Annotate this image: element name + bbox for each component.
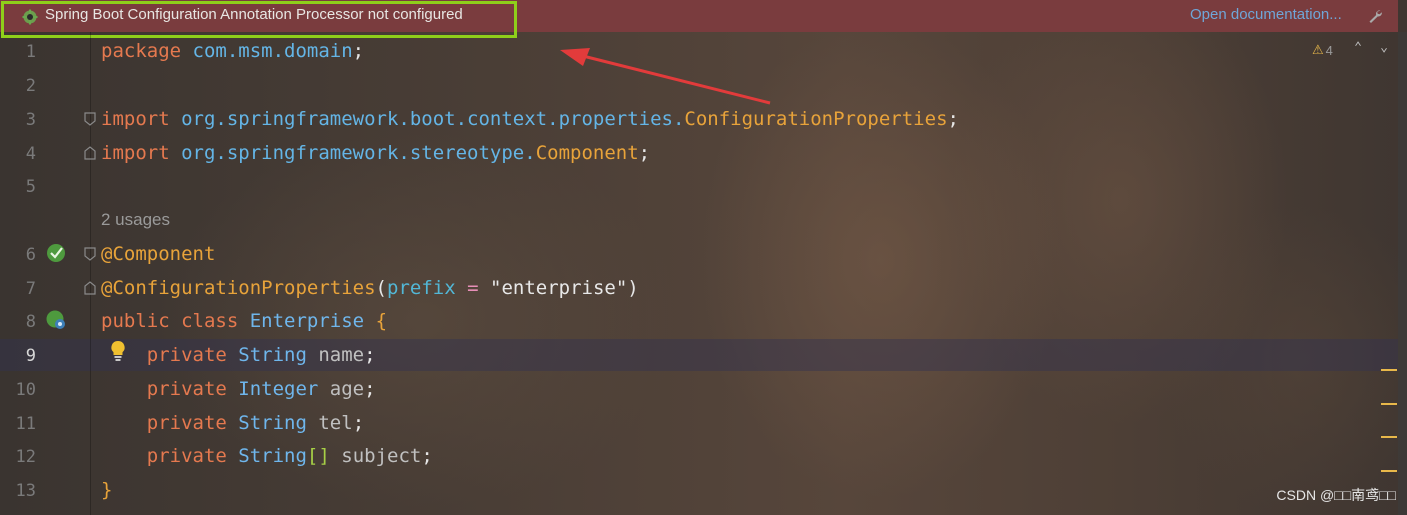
- code-token: ): [627, 277, 639, 299]
- code-token: {: [375, 310, 388, 332]
- code-line-4[interactable]: import org.springframework.stereotype.Co…: [101, 142, 650, 164]
- code-token: com.msm.domain: [192, 40, 353, 62]
- usages-hint[interactable]: 2 usages: [101, 210, 170, 230]
- code-token: Enterprise: [249, 310, 376, 332]
- code-token: package: [101, 40, 193, 62]
- code-token: import: [101, 142, 182, 164]
- code-token: String: [238, 412, 319, 434]
- line-number: 11: [15, 414, 36, 434]
- code-token: private: [146, 344, 239, 366]
- code-line-9[interactable]: private String name;: [101, 344, 376, 366]
- inspection-widget[interactable]: ⚠ 4: [1312, 42, 1333, 58]
- vertical-scrollbar[interactable]: [1398, 32, 1407, 515]
- code-token: public class: [101, 310, 250, 332]
- code-token: subject: [341, 445, 422, 467]
- next-highlight-button[interactable]: ⌄: [1376, 40, 1392, 58]
- code-token: org.springframework.stereotype.: [181, 142, 536, 164]
- fold-marker-icon[interactable]: [83, 281, 97, 295]
- code-token: ;: [947, 108, 959, 130]
- line-number: 10: [15, 380, 36, 400]
- wrench-icon[interactable]: [1367, 8, 1383, 24]
- warning-stripe-marker[interactable]: [1381, 369, 1397, 371]
- code-token: ;: [364, 344, 376, 366]
- line-number: 4: [25, 144, 36, 164]
- line-number: 3: [25, 110, 36, 130]
- watermark: CSDN @□□南鸢□□: [1276, 487, 1396, 503]
- code-token: Integer: [238, 378, 330, 400]
- code-token: private: [146, 445, 239, 467]
- warning-icon: ⚠: [1312, 42, 1324, 57]
- lightbulb-icon[interactable]: [109, 340, 127, 362]
- line-number: 8: [25, 312, 36, 332]
- line-number: 7: [25, 279, 36, 299]
- line-number: 6: [25, 245, 36, 265]
- code-token: org.springframework.boot.context.propert…: [181, 108, 685, 130]
- code-token: age: [329, 378, 365, 400]
- annotation-highlight-box: [1, 1, 517, 38]
- code-token: (: [375, 277, 387, 299]
- code-line-3[interactable]: import org.springframework.boot.context.…: [101, 108, 959, 130]
- code-token: ;: [352, 412, 365, 434]
- fold-marker-icon[interactable]: [83, 112, 97, 126]
- line-number: 1: [25, 42, 36, 62]
- code-token: prefix: [387, 277, 456, 299]
- code-line-8[interactable]: public class Enterprise {: [101, 310, 387, 332]
- code-token: String: [238, 445, 307, 467]
- code-line-6[interactable]: @Component: [101, 243, 215, 265]
- warning-count: 4: [1325, 42, 1333, 58]
- gutter-separator: [90, 32, 91, 515]
- line-number-current: 9: [25, 346, 36, 366]
- code-token: ;: [421, 445, 433, 467]
- line-number: 5: [25, 177, 36, 197]
- code-token: private: [146, 412, 239, 434]
- code-line-11[interactable]: private String tel;: [101, 412, 364, 434]
- code-line-1[interactable]: package com.msm.domain;: [101, 40, 364, 62]
- line-number: 13: [15, 481, 36, 501]
- code-token: private: [146, 378, 239, 400]
- line-number: 12: [15, 447, 36, 467]
- open-documentation-link[interactable]: Open documentation...: [1190, 6, 1342, 23]
- code-token: ConfigurationProperties: [684, 108, 948, 130]
- warning-stripe-marker[interactable]: [1381, 470, 1397, 472]
- fold-marker-icon[interactable]: [83, 247, 97, 261]
- code-line-12[interactable]: private String[] subject;: [101, 445, 433, 467]
- code-token: tel: [318, 412, 353, 434]
- warning-stripe-marker[interactable]: [1381, 436, 1397, 438]
- code-token: "enterprise": [490, 277, 628, 299]
- fold-marker-icon[interactable]: [83, 146, 97, 160]
- spring-bean-config-icon[interactable]: [45, 309, 67, 331]
- warning-stripe-marker[interactable]: [1381, 403, 1397, 405]
- previous-highlight-button[interactable]: ⌃: [1350, 40, 1366, 58]
- code-token: []: [306, 445, 342, 467]
- code-token: @Component: [101, 243, 216, 265]
- code-line-10[interactable]: private Integer age;: [101, 378, 376, 400]
- code-token: name: [318, 344, 365, 366]
- line-number: 2: [25, 76, 36, 96]
- code-token: Component: [535, 142, 639, 164]
- code-token: @ConfigurationProperties: [101, 277, 376, 299]
- spring-bean-icon[interactable]: [45, 242, 67, 264]
- code-token: ;: [364, 378, 376, 400]
- code-token: ;: [352, 40, 365, 62]
- code-token: import: [101, 108, 182, 130]
- code-token: String: [238, 344, 319, 366]
- code-line-7[interactable]: @ConfigurationProperties(prefix = "enter…: [101, 277, 639, 299]
- code-token: =: [467, 277, 479, 299]
- code-line-13[interactable]: }: [101, 479, 112, 501]
- code-token: }: [101, 479, 113, 501]
- code-token: ;: [638, 142, 651, 164]
